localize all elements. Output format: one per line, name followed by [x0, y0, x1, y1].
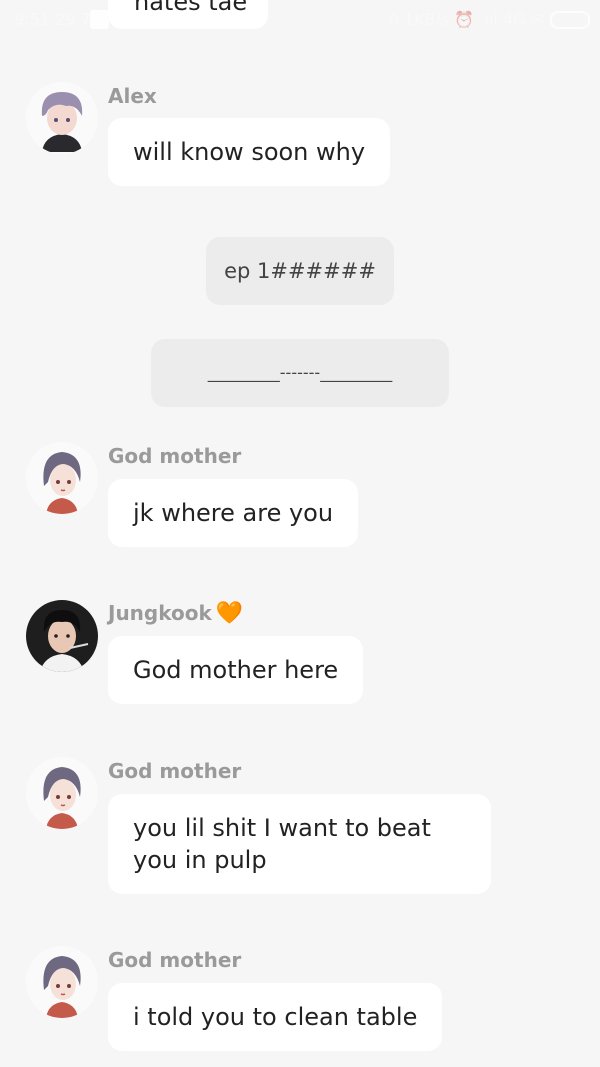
- sender-name: Jungkook 🧡: [108, 601, 243, 626]
- status-bar: 9:51 29.71 0.1KB/s ⏰ .ııl 4G ✉: [0, 0, 600, 40]
- sender-name: God mother: [108, 444, 242, 468]
- message-bubble[interactable]: jk where are you: [108, 479, 359, 547]
- battery-icon: [550, 11, 590, 29]
- alex-avatar[interactable]: [26, 82, 98, 154]
- message-bubble[interactable]: God mother here: [108, 636, 364, 704]
- sender-name: God mother: [108, 948, 242, 972]
- message-bubble[interactable]: will know soon why: [108, 118, 391, 186]
- sender-label: Jungkook: [108, 601, 212, 625]
- god-mother-avatar[interactable]: [26, 946, 98, 1018]
- message-bubble[interactable]: i told you to clean table: [108, 983, 443, 1051]
- status-time: 9:51 29.71: [14, 10, 101, 29]
- god-mother-avatar[interactable]: [26, 442, 98, 514]
- system-divider: _________-------_________: [151, 339, 449, 407]
- jungkook-avatar[interactable]: [26, 600, 98, 672]
- sender-name: Alex: [108, 84, 157, 108]
- god-mother-avatar[interactable]: [26, 757, 98, 829]
- message-bubble[interactable]: you lil shit I want to beat you in pulp: [108, 794, 491, 894]
- sender-name: God mother: [108, 759, 242, 783]
- status-info: 0.1KB/s ⏰ .ııl 4G ✉: [388, 10, 544, 29]
- upload-icon: [90, 10, 109, 29]
- chat-screen: 9:51 29.71 0.1KB/s ⏰ .ııl 4G ✉ hates tae…: [0, 0, 600, 1067]
- system-message: ep 1######: [206, 237, 394, 305]
- heart-icon: 🧡: [215, 601, 244, 626]
